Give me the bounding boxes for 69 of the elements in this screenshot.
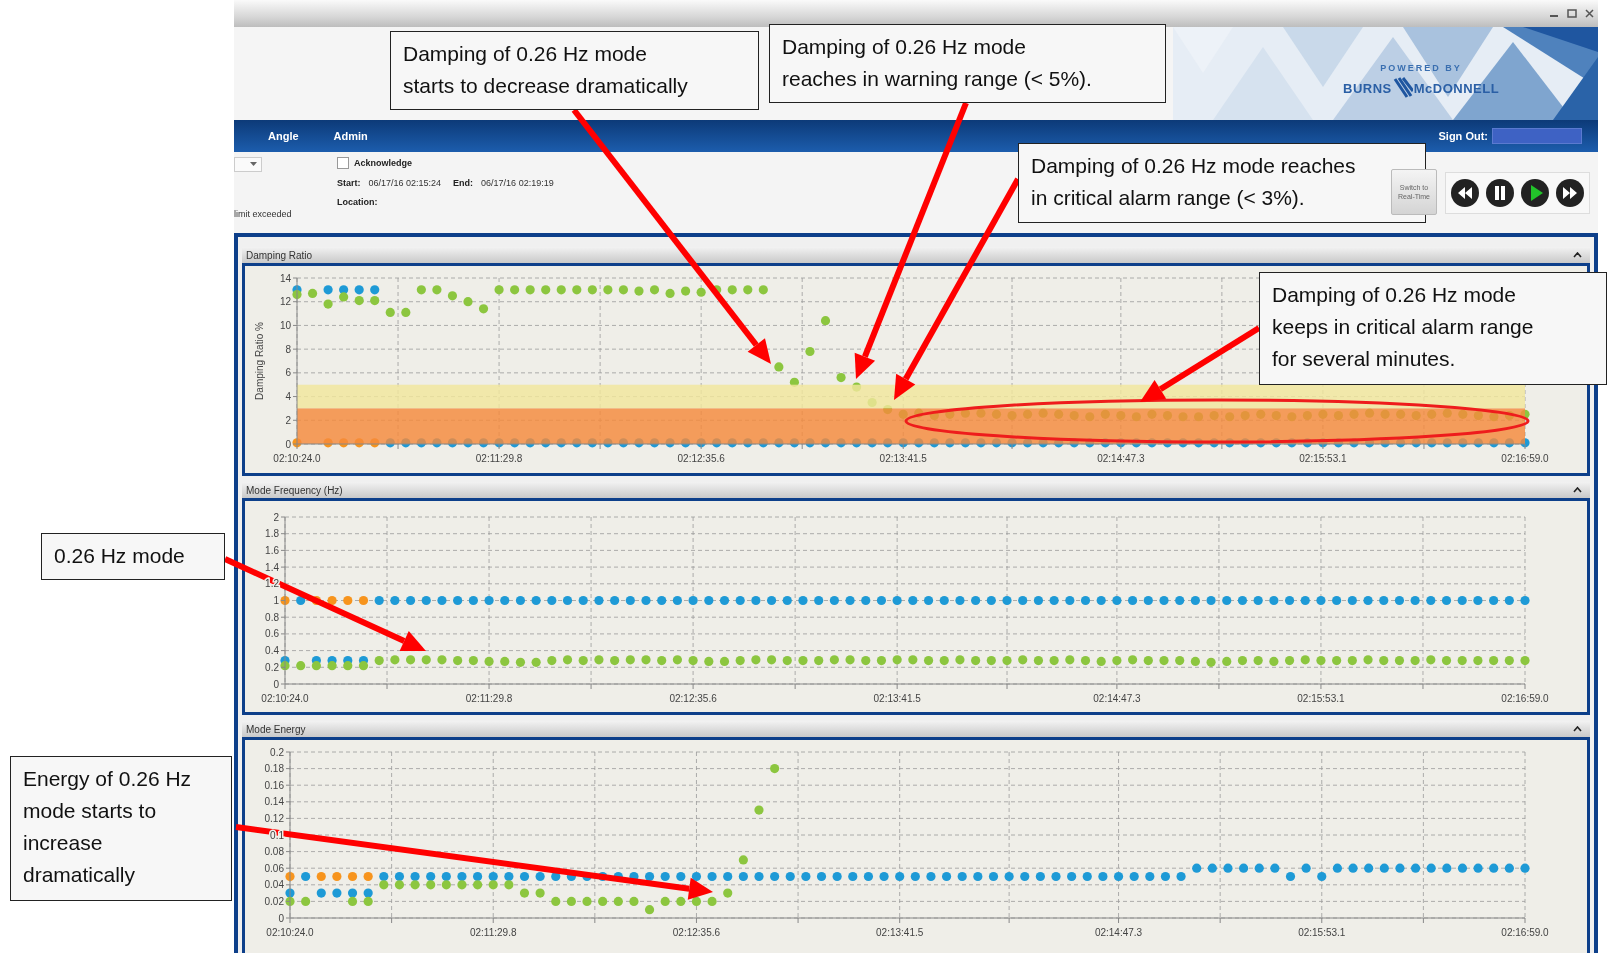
tick-label: 4 <box>285 391 291 403</box>
tick-label: 0.18 <box>264 763 284 775</box>
tick-label: 02:12:35.6 <box>672 927 721 938</box>
tick-label: 0 <box>285 438 291 450</box>
tick-label: 02:11:29.8 <box>469 927 517 938</box>
tick-label: 0.2 <box>270 746 284 758</box>
tick-label: 12 <box>279 296 291 308</box>
tick-label: 8 <box>285 343 291 355</box>
tick-label: 0.6 <box>265 628 279 640</box>
tick-label: 02:12:35.6 <box>669 693 717 704</box>
tick-label: 02:15:53.1 <box>1297 693 1345 704</box>
company-logo-text: BURNS <box>1343 80 1392 96</box>
tick-label: 2 <box>273 511 279 523</box>
tick-label: 02:16:59.0 <box>1501 927 1549 938</box>
tick-label: 0.16 <box>264 779 284 791</box>
callout-text: Energy of 0.26 Hz mode starts to increase dramatically <box>10 756 232 901</box>
tick-label: 0 <box>278 912 284 924</box>
tick-label: 0.08 <box>264 846 284 858</box>
tick-label: 14 <box>279 272 291 284</box>
tick-label: 10 <box>279 319 291 331</box>
tick-label: 0.14 <box>264 796 284 808</box>
tick-label: 02:16:59.0 <box>1501 453 1549 464</box>
tick-label: 0.4 <box>265 645 279 657</box>
tick-label: 0.2 <box>265 661 279 673</box>
tick-label: 02:15:53.1 <box>1299 453 1347 464</box>
panel-title: Mode Frequency (Hz) <box>246 484 343 496</box>
status-text: limit exceeded <box>234 209 293 219</box>
tick-label: 02:11:29.8 <box>475 453 523 464</box>
tick-label: 2 <box>285 414 291 426</box>
callout-text: Damping of 0.26 Hz mode keeps in critical alarm range for several minutes. <box>1259 272 1607 385</box>
tick-label: 0.02 <box>264 895 284 907</box>
tick-label: 02:13:41.5 <box>873 693 921 704</box>
tick-label: 02:15:53.1 <box>1298 927 1346 938</box>
powered-by-text: POWERED BY <box>1380 63 1462 73</box>
acknowledge-label: Acknowledge <box>354 158 412 168</box>
tick-label: 02:16:59.0 <box>1501 693 1549 704</box>
company-logo-text: McDONNELL <box>1413 80 1500 96</box>
tick-label: 02:10:24.0 <box>273 453 321 464</box>
tick-label: 02:13:41.5 <box>879 453 927 464</box>
callout-text: Damping of 0.26 Hz mode reaches in warning range (< 5%). <box>769 24 1166 103</box>
start-time: 06/17/16 02:15:24 <box>368 178 442 188</box>
tick-label: 0.12 <box>264 812 284 824</box>
tick-label: 1.4 <box>265 561 279 573</box>
tick-label: 02:14:47.3 <box>1097 453 1145 464</box>
panel-title: Damping Ratio <box>246 249 313 261</box>
panel-title: Mode Energy <box>246 723 306 735</box>
tick-label: 0.06 <box>264 862 284 874</box>
callout-text: Damping of 0.26 Hz mode starts to decrease dramatically <box>390 31 759 110</box>
tick-label: 6 <box>285 367 291 379</box>
sign-out-label: Sign Out: <box>1438 130 1488 142</box>
tick-label: 02:13:41.5 <box>876 927 924 938</box>
tick-label: 0.8 <box>265 611 279 623</box>
tick-label: 0.04 <box>264 879 284 891</box>
tick-label: 02:10:24.0 <box>266 927 314 938</box>
tick-label: 02:11:29.8 <box>465 693 513 704</box>
tick-label: 02:14:47.3 <box>1094 927 1143 938</box>
tick-label: 1 <box>273 595 279 606</box>
callout-text: 0.26 Hz mode <box>41 533 225 580</box>
tick-label: 02:14:47.3 <box>1093 693 1141 704</box>
axis-title: Damping Ratio % <box>254 322 265 400</box>
start-label: Start: <box>337 178 361 188</box>
tick-label: 1.6 <box>265 544 279 556</box>
location-label: Location: <box>337 197 378 207</box>
tick-label: 02:12:35.6 <box>677 453 725 464</box>
tick-label: 1.8 <box>265 528 279 540</box>
end-time: 06/17/16 02:19:19 <box>481 178 554 188</box>
end-label: End: <box>453 178 474 188</box>
tick-label: 0 <box>273 678 279 690</box>
tick-label: 02:10:24.0 <box>261 693 309 704</box>
